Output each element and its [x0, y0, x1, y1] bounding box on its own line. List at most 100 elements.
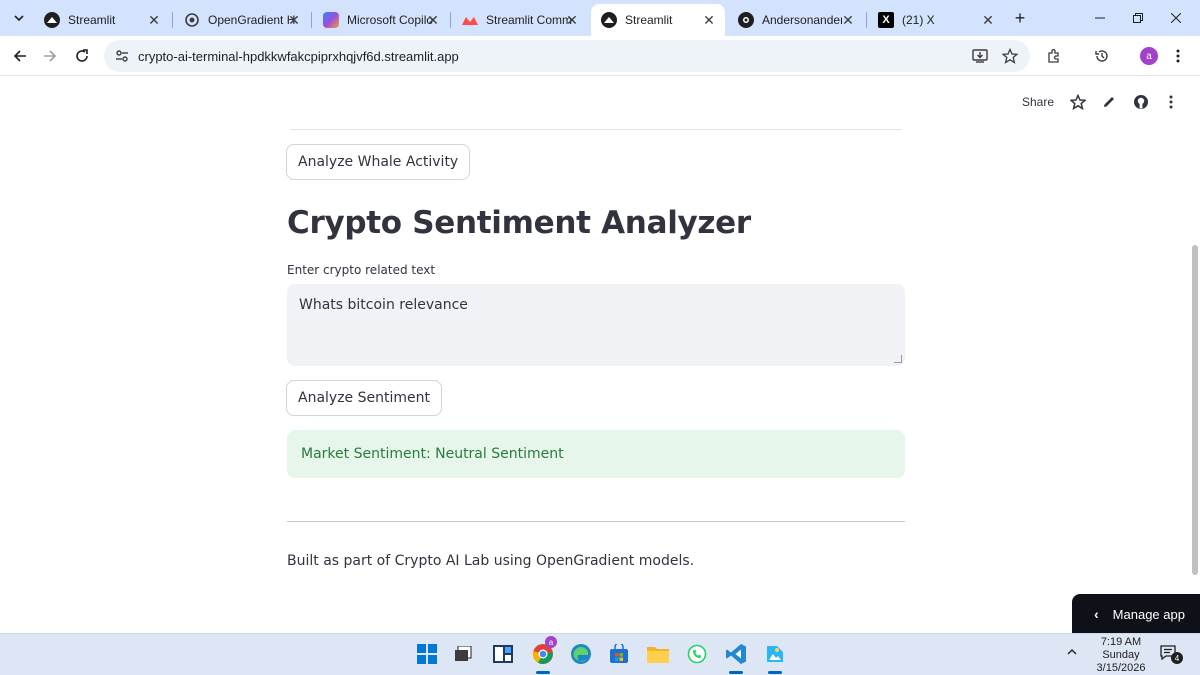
reload-button[interactable]	[70, 44, 94, 68]
extensions-button[interactable]	[1042, 44, 1066, 68]
forward-button[interactable]	[38, 44, 62, 68]
opengradient-icon	[184, 12, 200, 28]
tab-streamlit-community[interactable]: Streamlit Comm ✕	[452, 4, 588, 36]
close-icon	[1171, 13, 1181, 23]
widgets-button[interactable]	[491, 642, 515, 666]
app-menu-button[interactable]	[1162, 93, 1180, 111]
taskbar-edge[interactable]	[569, 642, 593, 666]
github-button[interactable]	[1132, 93, 1150, 111]
notification-count-badge: 4	[1171, 652, 1183, 664]
streamlit-icon	[44, 12, 60, 28]
close-icon[interactable]: ✕	[146, 12, 162, 28]
running-indicator	[729, 671, 743, 674]
star-icon	[1002, 48, 1018, 64]
tab-x[interactable]: X (21) X ✕	[868, 4, 1004, 36]
footer-text: Built as part of Crypto AI Lab using Ope…	[287, 553, 695, 569]
streamlit-community-icon	[462, 12, 478, 28]
restore-button[interactable]	[1126, 6, 1150, 30]
taskbar-chrome[interactable]: a	[531, 636, 557, 666]
running-indicator	[536, 671, 550, 674]
history-button[interactable]	[1090, 44, 1114, 68]
input-label: Enter crypto related text	[287, 263, 436, 277]
tab-copilot[interactable]: Microsoft Copilo ✕	[313, 4, 449, 36]
window-close-button[interactable]	[1164, 6, 1188, 30]
manage-app-label: Manage app	[1112, 606, 1185, 622]
arrow-right-icon	[44, 50, 57, 62]
manage-app-button[interactable]: ‹ Manage app	[1072, 594, 1200, 633]
tab-label: Andersonander2	[762, 13, 842, 27]
taskbar-store[interactable]	[607, 642, 631, 666]
minimize-icon	[1095, 17, 1105, 19]
taskbar-photos[interactable]	[763, 642, 787, 666]
clock-date: 3/15/2026	[1096, 662, 1146, 674]
photos-icon	[767, 646, 783, 662]
tab-separator	[172, 12, 173, 28]
more-vertical-icon	[1169, 95, 1173, 109]
tab-separator	[450, 12, 451, 28]
running-indicator	[768, 671, 782, 674]
input-value: Whats bitcoin relevance	[299, 297, 468, 313]
minimize-button[interactable]	[1088, 6, 1112, 30]
address-bar[interactable]: crypto-ai-terminal-hpdkkwfakcpiprxhqjvf6…	[104, 40, 1030, 72]
close-icon[interactable]: ✕	[286, 12, 302, 28]
puzzle-icon	[1048, 48, 1059, 63]
back-button[interactable]	[8, 44, 32, 68]
app-header: Share	[900, 77, 1200, 127]
page-scrollbar[interactable]	[1192, 245, 1198, 575]
browser-toolbar: crypto-ai-terminal-hpdkkwfakcpiprxhqjvf6…	[0, 36, 1200, 76]
arrow-left-icon	[13, 50, 26, 62]
clock-time: 7:19 AM	[1100, 636, 1142, 648]
tab-separator	[311, 12, 312, 28]
notifications-button[interactable]: 4	[1160, 645, 1183, 665]
tab-streamlit-1[interactable]: Streamlit ✕	[34, 4, 170, 36]
share-button[interactable]: Share	[1022, 95, 1054, 109]
tab-github[interactable]: Andersonander2 ✕	[728, 4, 864, 36]
close-icon[interactable]: ✕	[980, 12, 996, 28]
profile-badge: a	[545, 636, 557, 648]
close-icon[interactable]: ✕	[425, 12, 441, 28]
streamlit-icon	[601, 12, 617, 28]
divider	[287, 521, 905, 522]
github-icon	[1134, 95, 1148, 109]
system-clock[interactable]: 7:19 AM Sunday 3/15/2026	[1090, 636, 1152, 675]
tab-separator	[866, 12, 867, 28]
resize-handle[interactable]	[894, 355, 902, 363]
windows-taskbar: a 7:19 AM Sunday 3/15/2026 4	[0, 633, 1200, 675]
divider	[290, 129, 902, 130]
task-view-button[interactable]	[451, 642, 475, 666]
crypto-text-input[interactable]: Whats bitcoin relevance	[287, 284, 905, 366]
page-title: Crypto Sentiment Analyzer	[287, 205, 751, 241]
tab-streamlit-active[interactable]: Streamlit ✕	[591, 4, 725, 36]
favorite-button[interactable]	[1069, 93, 1087, 111]
plus-icon: +	[1014, 7, 1026, 28]
vscode-icon	[726, 644, 746, 664]
profile-button[interactable]: a	[1137, 44, 1161, 68]
browser-menu-button[interactable]	[1166, 44, 1190, 68]
store-icon	[610, 644, 628, 663]
taskbar-vscode[interactable]	[724, 642, 748, 666]
github-icon	[738, 12, 754, 28]
analyze-whale-activity-button[interactable]: Analyze Whale Activity	[286, 144, 471, 180]
restore-icon	[1133, 13, 1143, 23]
history-icon	[1095, 50, 1108, 62]
windows-logo-icon	[417, 644, 437, 664]
close-icon[interactable]: ✕	[564, 12, 580, 28]
taskbar-whatsapp[interactable]	[685, 642, 709, 666]
install-app-button[interactable]	[970, 46, 990, 66]
bookmark-button[interactable]	[1000, 46, 1020, 66]
close-icon[interactable]: ✕	[840, 12, 856, 28]
tab-search-button[interactable]	[8, 7, 30, 29]
show-hidden-icons-button[interactable]	[1066, 646, 1082, 662]
url-text: crypto-ai-terminal-hpdkkwfakcpiprxhqjvf6…	[138, 49, 459, 64]
whatsapp-icon	[687, 644, 707, 664]
new-tab-button[interactable]: +	[1010, 8, 1030, 28]
start-button[interactable]	[415, 642, 439, 666]
edit-button[interactable]	[1100, 93, 1118, 111]
taskbar-file-explorer[interactable]	[646, 642, 670, 666]
site-info-icon[interactable]	[114, 48, 130, 64]
streamlit-app: Share Analyze Whale Activity Crypto Sent…	[0, 77, 1200, 633]
analyze-sentiment-button[interactable]: Analyze Sentiment	[286, 380, 442, 416]
close-icon[interactable]: ✕	[701, 12, 717, 28]
tab-opengradient[interactable]: OpenGradient H ✕	[174, 4, 310, 36]
avatar: a	[1140, 47, 1158, 65]
